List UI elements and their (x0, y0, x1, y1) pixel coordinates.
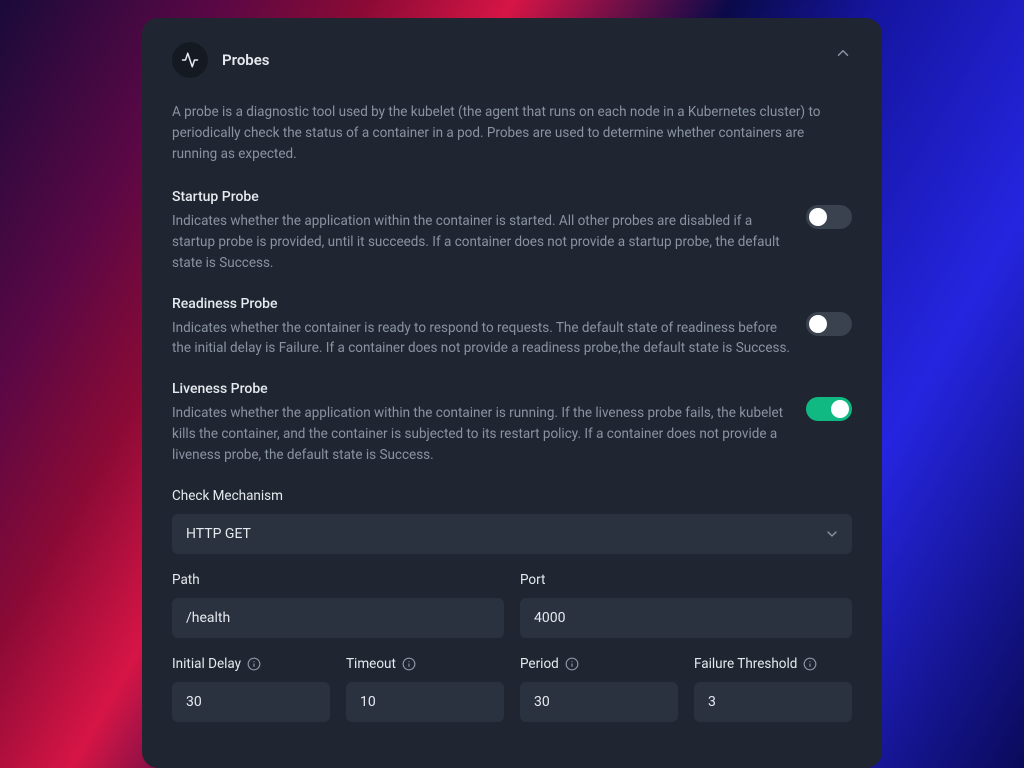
timeout-label: Timeout (346, 656, 504, 672)
period-input[interactable] (520, 682, 678, 722)
activity-icon (172, 42, 208, 78)
section-description: A probe is a diagnostic tool used by the… (172, 102, 852, 165)
startup-probe-description: Indicates whether the application within… (172, 211, 790, 274)
info-icon[interactable] (402, 657, 416, 671)
liveness-probe-title: Liveness Probe (172, 381, 790, 397)
liveness-probe-toggle[interactable] (806, 397, 852, 421)
readiness-probe-description: Indicates whether the container is ready… (172, 318, 790, 360)
readiness-probe-block: Readiness Probe Indicates whether the co… (172, 296, 852, 360)
chevron-up-icon[interactable] (834, 44, 852, 62)
period-label: Period (520, 656, 678, 672)
liveness-probe-description: Indicates whether the application within… (172, 403, 790, 466)
info-icon[interactable] (565, 657, 579, 671)
path-label: Path (172, 572, 504, 588)
initial-delay-label: Initial Delay (172, 656, 330, 672)
check-mechanism-value: HTTP GET (186, 526, 251, 542)
check-mechanism-label: Check Mechanism (172, 488, 852, 504)
info-icon[interactable] (803, 657, 817, 671)
readiness-probe-title: Readiness Probe (172, 296, 790, 312)
chevron-down-icon (824, 526, 840, 542)
port-input[interactable] (520, 598, 852, 638)
port-label: Port (520, 572, 852, 588)
check-mechanism-select[interactable]: HTTP GET (172, 514, 852, 554)
panel-title: Probes (222, 51, 270, 69)
timeout-input[interactable] (346, 682, 504, 722)
liveness-probe-block: Liveness Probe Indicates whether the app… (172, 381, 852, 466)
failure-threshold-label: Failure Threshold (694, 656, 852, 672)
startup-probe-title: Startup Probe (172, 189, 790, 205)
startup-probe-block: Startup Probe Indicates whether the appl… (172, 189, 852, 274)
panel-header: Probes (172, 42, 852, 78)
startup-probe-toggle[interactable] (806, 205, 852, 229)
path-input[interactable] (172, 598, 504, 638)
failure-threshold-input[interactable] (694, 682, 852, 722)
initial-delay-input[interactable] (172, 682, 330, 722)
probes-panel: Probes A probe is a diagnostic tool used… (142, 18, 882, 768)
info-icon[interactable] (247, 657, 261, 671)
readiness-probe-toggle[interactable] (806, 312, 852, 336)
